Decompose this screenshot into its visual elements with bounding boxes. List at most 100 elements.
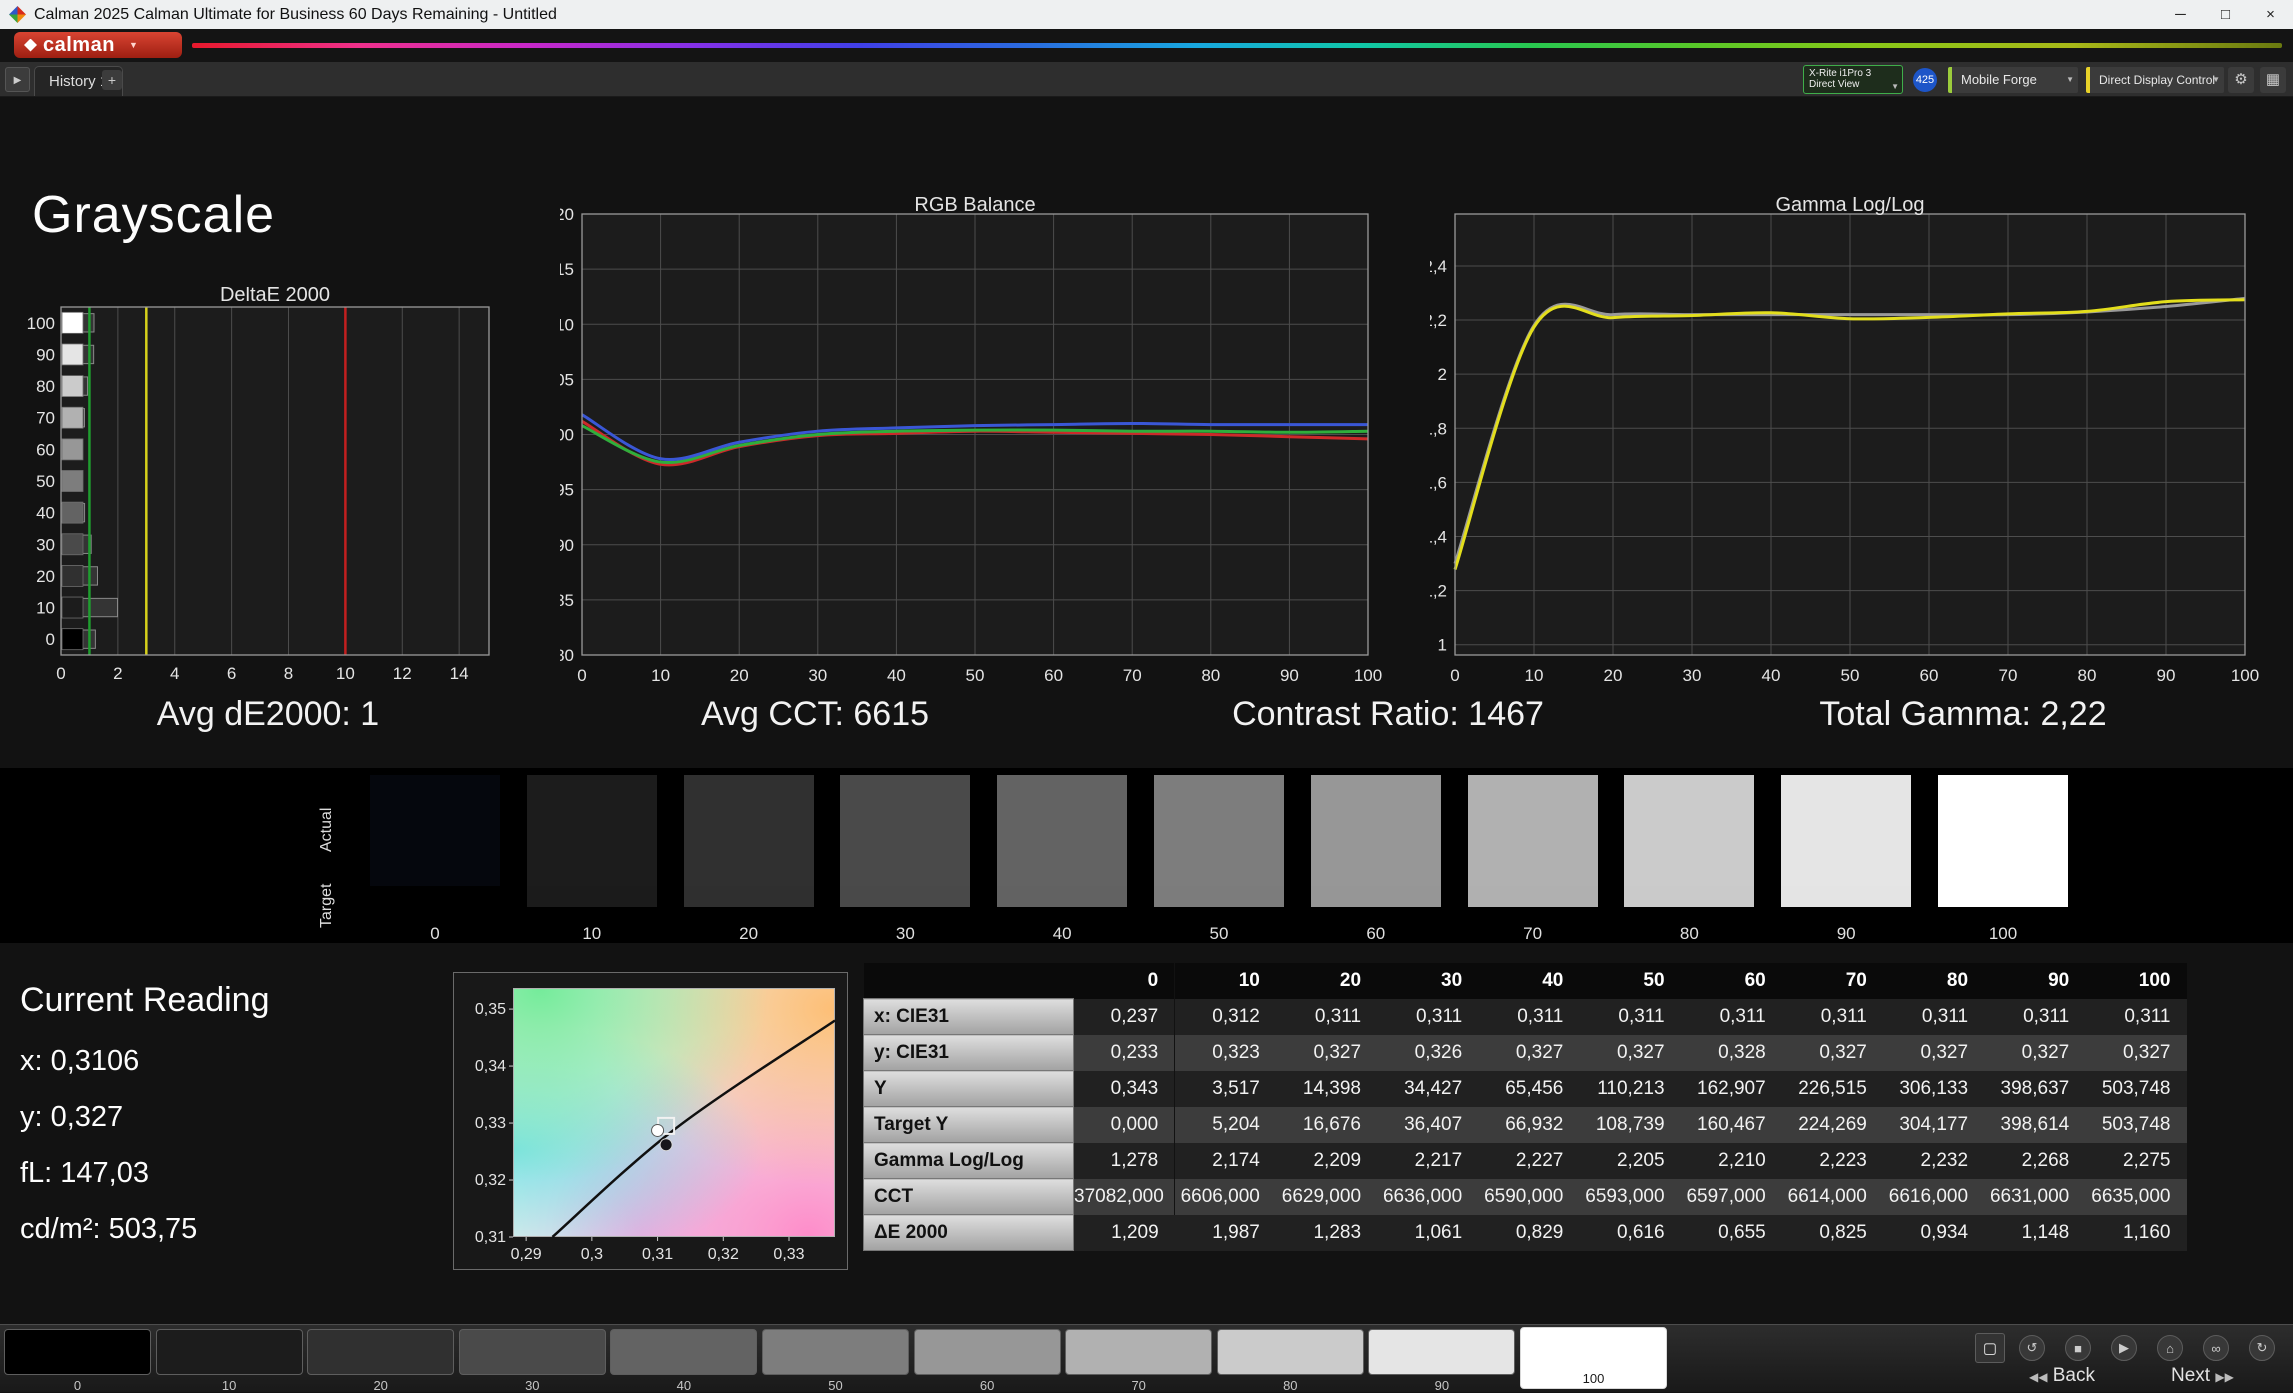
layout-icon: ▦	[2266, 71, 2280, 88]
stop-icon: ■	[2074, 1341, 2082, 1356]
patch-button-70[interactable]: 70	[1065, 1329, 1212, 1393]
svg-text:10: 10	[651, 666, 670, 685]
gamma-chart: 11,21,41,61,822,22,401020304050607080901…	[1430, 197, 2280, 692]
level-swatch	[62, 565, 83, 586]
grayscale-swatch-20: 20	[684, 775, 814, 944]
svg-text:0,31: 0,31	[475, 1229, 506, 1246]
svg-text:20: 20	[730, 666, 749, 685]
svg-text:12: 12	[393, 664, 412, 683]
patch-button-60[interactable]: 60	[914, 1329, 1061, 1393]
total-gamma-stat: Total Gamma: 2,22	[1819, 695, 2106, 734]
app-icon	[9, 6, 26, 23]
skip-forward-icon: ▶▶	[2215, 1370, 2233, 1384]
svg-text:90: 90	[1280, 666, 1299, 685]
svg-text:0: 0	[1450, 666, 1459, 685]
level-swatch	[62, 344, 83, 365]
svg-text:20: 20	[36, 567, 55, 586]
infinity-icon: ∞	[2211, 1341, 2220, 1356]
patch-button-30[interactable]: 30	[459, 1329, 606, 1393]
deltae-2000-chart: 100908070605040302010002468101214DeltaE …	[10, 287, 525, 692]
svg-text:0,35: 0,35	[475, 1001, 506, 1018]
svg-text:Gamma Log/Log: Gamma Log/Log	[1776, 197, 1925, 216]
svg-text:120: 120	[560, 205, 574, 224]
svg-text:105: 105	[560, 370, 574, 389]
current-reading-cd: cd/m²: 503,75	[20, 1213, 197, 1246]
expand-icon: ▶	[14, 75, 22, 86]
meter-dropdown[interactable]: X-Rite i1Pro 3 Direct View ▼	[1803, 65, 1903, 94]
patch-button-100[interactable]: 100	[1520, 1327, 1667, 1389]
rgb-balance-chart: 8085909510010511011512001020304050607080…	[560, 197, 1390, 692]
svg-text:1,8: 1,8	[1430, 419, 1447, 438]
avg-cct-stat: Avg CCT: 6615	[701, 695, 929, 734]
back-button[interactable]: ◀◀ Back	[2029, 1365, 2095, 1387]
patch-toolbar: 0102030405060708090100 ▢ ↺ ■ ▶ ⌂ ∞ ↻ ◀◀ …	[0, 1324, 2293, 1392]
stop-button[interactable]: ■	[2065, 1335, 2091, 1361]
patch-button-20[interactable]: 20	[307, 1329, 454, 1393]
svg-text:60: 60	[1920, 666, 1939, 685]
svg-text:85: 85	[560, 591, 574, 610]
next-button[interactable]: Next ▶▶	[2171, 1365, 2234, 1387]
spectrum-bar	[192, 43, 2282, 48]
patch-button-50[interactable]: 50	[762, 1329, 909, 1393]
layout-button[interactable]: ▦	[2260, 67, 2286, 93]
maximize-button[interactable]: □	[2203, 0, 2248, 29]
svg-text:60: 60	[1044, 666, 1063, 685]
svg-text:50: 50	[966, 666, 985, 685]
titlebar: Calman 2025 Calman Ultimate for Business…	[0, 0, 2293, 29]
calman-logo-button[interactable]: calman ▼	[14, 32, 182, 58]
measurement-table: 0102030405060708090100x: CIE310,2370,312…	[863, 963, 2187, 1251]
table-row: Target Y0,0005,20416,67636,40766,932108,…	[864, 1107, 2187, 1143]
level-swatch	[62, 439, 83, 460]
patch-window-button[interactable]: ▢	[1975, 1333, 2005, 1363]
meter-label: X-Rite i1Pro 3 Direct View	[1809, 68, 1871, 90]
svg-text:0,32: 0,32	[475, 1172, 506, 1189]
grayscale-swatch-60: 60	[1311, 775, 1441, 944]
continuous-button[interactable]: ∞	[2203, 1335, 2229, 1361]
svg-text:0,32: 0,32	[708, 1246, 739, 1263]
svg-text:0,31: 0,31	[642, 1246, 673, 1263]
patch-button-90[interactable]: 90	[1368, 1329, 1515, 1393]
svg-text:50: 50	[1841, 666, 1860, 685]
chevron-down-icon: ▼	[1891, 82, 1899, 91]
svg-text:100: 100	[560, 426, 574, 445]
history-expand-button[interactable]: ▶	[5, 67, 30, 92]
patch-button-0[interactable]: 0	[4, 1329, 151, 1393]
svg-text:70: 70	[1123, 666, 1142, 685]
svg-text:DeltaE 2000: DeltaE 2000	[220, 287, 330, 306]
grayscale-swatch-50: 50	[1154, 775, 1284, 944]
close-button[interactable]: ×	[2248, 0, 2293, 29]
svg-text:90: 90	[560, 536, 574, 555]
window-title: Calman 2025 Calman Ultimate for Business…	[34, 0, 557, 29]
svg-text:4: 4	[170, 664, 179, 683]
svg-text:90: 90	[36, 345, 55, 364]
svg-text:40: 40	[887, 666, 906, 685]
svg-text:1,6: 1,6	[1430, 473, 1447, 492]
display-control-label: Direct Display Control	[2099, 73, 2215, 87]
contrast-ratio-stat: Contrast Ratio: 1467	[1232, 695, 1544, 734]
svg-text:100: 100	[2231, 666, 2259, 685]
minimize-button[interactable]: ─	[2158, 0, 2203, 29]
add-tab-button[interactable]: +	[102, 70, 122, 90]
svg-text:40: 40	[1762, 666, 1781, 685]
cie-chart: 0,310,320,330,340,350,290,30,310,320,33	[454, 973, 849, 1271]
source-dropdown[interactable]: Mobile Forge ▼	[1948, 67, 2078, 93]
patch-button-40[interactable]: 40	[610, 1329, 757, 1393]
patch-button-10[interactable]: 10	[156, 1329, 303, 1393]
play-button[interactable]: ▶	[2111, 1335, 2137, 1361]
patch-button-80[interactable]: 80	[1217, 1329, 1364, 1393]
loop-button[interactable]: ↺	[2019, 1335, 2045, 1361]
level-swatch	[62, 597, 83, 618]
svg-text:10: 10	[336, 664, 355, 683]
svg-text:2: 2	[113, 664, 122, 683]
table-row: x: CIE310,2370,3120,3110,3110,3110,3110,…	[864, 999, 2187, 1035]
level-swatch	[62, 502, 83, 523]
level-swatch	[62, 534, 83, 555]
logo-bar: calman ▼	[0, 29, 2293, 62]
home-button[interactable]: ⌂	[2157, 1335, 2183, 1361]
refresh-button[interactable]: ↻	[2249, 1335, 2275, 1361]
logo-menu-chevron-icon[interactable]: ▼	[129, 40, 138, 50]
grayscale-swatch-80: 80	[1624, 775, 1754, 944]
add-icon: +	[108, 72, 116, 88]
settings-button[interactable]: ⚙	[2228, 67, 2254, 93]
display-control-dropdown[interactable]: Direct Display Control ▼	[2086, 67, 2224, 93]
